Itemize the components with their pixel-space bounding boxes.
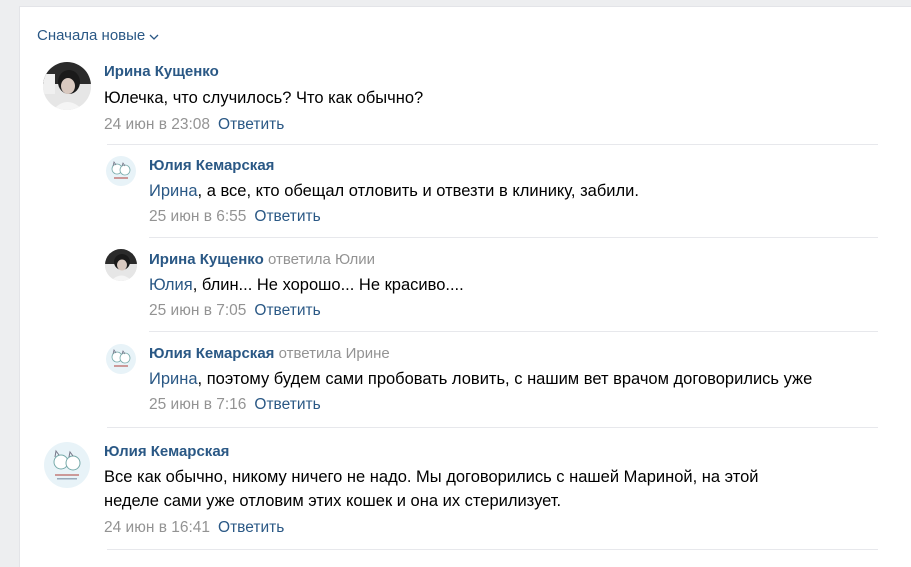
mention-link[interactable]: Ирина (149, 182, 198, 200)
comment-author[interactable]: Ирина Кущенко (104, 63, 219, 80)
comment-text: Ирина, а все, кто обещал отловить и отве… (149, 179, 639, 203)
comment-meta: 25 июн в 7:05 Ответить (149, 302, 321, 320)
reply-button[interactable]: Ответить (254, 208, 320, 225)
mention-link[interactable]: Юлия (149, 276, 193, 294)
comment-body: , а все, кто обещал отловить и отвезти в… (197, 182, 639, 200)
avatar[interactable] (105, 249, 137, 281)
sort-label: Сначала новые (37, 27, 146, 44)
reply-to-label[interactable]: ответила Юлии (268, 251, 375, 268)
user-photo-icon (43, 62, 91, 110)
reply-button[interactable]: Ответить (218, 116, 284, 133)
comment-author: Юлия Кемарская ответила Ирине (149, 345, 390, 362)
divider (149, 237, 878, 238)
cats-logo-icon (106, 156, 136, 186)
comment-text: Все как обычно, никому ничего не надо. М… (104, 465, 759, 513)
comment-author: Ирина Кущенко ответила Юлии (149, 251, 375, 268)
comment-meta: 24 июн в 23:08 Ответить (104, 116, 284, 134)
comment-author[interactable]: Юлия Кемарская (149, 157, 274, 174)
avatar[interactable] (43, 441, 91, 489)
reply-button[interactable]: Ответить (254, 396, 320, 413)
avatar[interactable] (105, 155, 137, 187)
comment-meta: 24 июн в 16:41 Ответить (104, 519, 284, 537)
cats-logo-icon (44, 442, 90, 488)
comment-text-line: Все как обычно, никому ничего не надо. М… (104, 468, 759, 486)
comment-text: Юлечка, что случилось? Что как обычно? (104, 89, 424, 107)
reply-to-label[interactable]: ответила Ирине (279, 345, 390, 362)
comment-body: , поэтому будем сами пробовать ловить, с… (197, 370, 813, 388)
reply-button[interactable]: Ответить (254, 302, 320, 319)
divider (107, 549, 878, 550)
comment-date[interactable]: 24 июн в 23:08 (104, 116, 210, 133)
comment-author[interactable]: Юлия Кемарская (104, 443, 229, 460)
comment-date[interactable]: 24 июн в 16:41 (104, 519, 210, 536)
comment-date[interactable]: 25 июн в 7:16 (149, 396, 246, 413)
comment-text: Ирина, поэтому будем сами пробовать лови… (149, 367, 812, 391)
comments-panel: Сначала новые Ирина Кущенко Юлечка, что … (19, 6, 911, 567)
comment-body: , блин... Не хорошо... Не красиво.... (192, 276, 464, 294)
avatar[interactable] (105, 343, 137, 375)
author-name[interactable]: Юлия Кемарская (149, 345, 274, 362)
author-name[interactable]: Ирина Кущенко (149, 251, 264, 268)
sort-dropdown[interactable]: Сначала новые (37, 27, 159, 44)
comment-text: Юлия, блин... Не хорошо... Не красиво...… (149, 273, 464, 297)
divider (149, 331, 878, 332)
cats-logo-icon (106, 344, 136, 374)
comment-date[interactable]: 25 июн в 6:55 (149, 208, 246, 225)
comment-meta: 25 июн в 6:55 Ответить (149, 208, 321, 226)
comment-text-line: неделе сами уже отловим этих кошек и она… (104, 492, 562, 510)
comment-meta: 25 июн в 7:16 Ответить (149, 396, 321, 414)
user-photo-icon (105, 249, 137, 281)
divider (107, 144, 878, 145)
avatar[interactable] (43, 62, 91, 110)
chevron-down-icon (149, 34, 159, 40)
mention-link[interactable]: Ирина (149, 370, 198, 388)
reply-button[interactable]: Ответить (218, 519, 284, 536)
comment-date[interactable]: 25 июн в 7:05 (149, 302, 246, 319)
divider (107, 427, 878, 428)
